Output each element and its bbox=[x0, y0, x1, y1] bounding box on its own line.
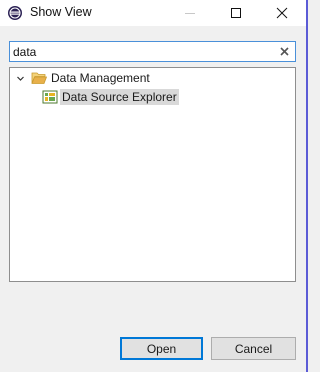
maximize-button[interactable] bbox=[216, 0, 256, 26]
window-edge-strip bbox=[306, 0, 308, 372]
filter-input[interactable] bbox=[13, 42, 273, 61]
tree-category-label: Data Management bbox=[51, 71, 150, 85]
window-title: Show View bbox=[30, 5, 92, 19]
title-bar: Show View bbox=[0, 0, 308, 26]
filter-box bbox=[9, 41, 296, 62]
close-button[interactable] bbox=[262, 0, 302, 26]
tree-item-label: Data Source Explorer bbox=[60, 89, 179, 105]
close-icon bbox=[276, 7, 288, 19]
maximize-icon bbox=[231, 8, 241, 18]
minimize-icon bbox=[185, 13, 195, 14]
view-tree: Data Management Data Source Explorer bbox=[9, 67, 296, 282]
chevron-down-icon[interactable] bbox=[14, 72, 26, 84]
clear-icon bbox=[280, 47, 289, 56]
tree-category-data-management[interactable]: Data Management bbox=[14, 69, 150, 87]
eclipse-icon bbox=[8, 6, 22, 20]
minimize-button[interactable] bbox=[170, 0, 210, 26]
cancel-button[interactable]: Cancel bbox=[211, 337, 296, 360]
clear-filter-button[interactable] bbox=[277, 44, 292, 59]
open-button[interactable]: Open bbox=[120, 337, 203, 360]
tree-item-data-source-explorer[interactable]: Data Source Explorer bbox=[42, 88, 179, 106]
folder-open-icon bbox=[31, 72, 47, 84]
data-source-explorer-icon bbox=[42, 90, 58, 104]
